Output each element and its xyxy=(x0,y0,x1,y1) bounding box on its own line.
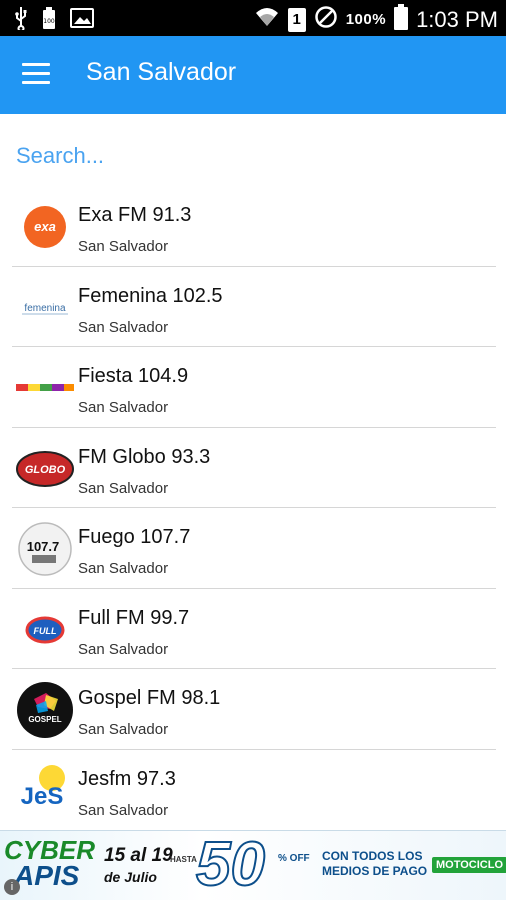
station-city: San Salvador xyxy=(78,801,169,819)
station-name: Gospel FM 98.1 xyxy=(78,687,221,709)
battery-percent: 100% xyxy=(345,11,387,28)
station-name: FM Globo 93.3 xyxy=(78,445,211,468)
list-item[interactable]: GOSPEL Gospel FM 98.1 San Salvador xyxy=(12,669,496,750)
list-item[interactable]: GLOBO FM Globo 93.3 San Salvador xyxy=(12,428,496,508)
jesfm-logo-icon: JeS xyxy=(21,764,65,810)
status-bar: 100 1 100% 1:03 PM xyxy=(0,0,506,36)
list-item[interactable]: Fiesta 104.9 San Salvador xyxy=(12,347,496,428)
list-item[interactable]: FULL Full FM 99.7 San Salvador xyxy=(12,589,496,669)
station-city: San Salvador xyxy=(78,479,169,497)
svg-text:GOSPEL: GOSPEL xyxy=(28,715,61,724)
station-city: San Salvador xyxy=(78,238,169,255)
svg-text:107.7: 107.7 xyxy=(27,539,60,554)
page-title: San Salvador xyxy=(86,58,237,86)
battery-small-icon: 100 xyxy=(42,6,56,35)
search-input[interactable] xyxy=(16,136,486,176)
station-city: San Salvador xyxy=(78,399,169,416)
station-name: Full FM 99.7 xyxy=(78,606,190,629)
full-fm-logo-icon: FULL xyxy=(25,616,65,643)
ad-payment-text: CON TODOS LOS MEDIOS DE PAGO xyxy=(322,849,428,878)
station-name: Fuego 107.7 xyxy=(78,526,191,548)
svg-text:GLOBO: GLOBO xyxy=(25,464,66,476)
station-name: Exa FM 91.3 xyxy=(78,204,192,226)
station-name: Femenina 102.5 xyxy=(78,284,223,307)
ad-dates: 15 al 19 xyxy=(104,845,173,866)
femenina-logo-icon: femenina xyxy=(22,303,68,314)
gospel-fm-logo-icon: GOSPEL xyxy=(17,682,73,738)
list-item[interactable]: JeS Jesfm 97.3 San Salvador xyxy=(12,750,496,831)
list-item[interactable]: 107.7 Fuego 107.7 San Salvador xyxy=(12,508,496,589)
svg-text:exa: exa xyxy=(34,219,56,234)
ad-off-label: % OFF xyxy=(278,853,310,864)
station-city: San Salvador xyxy=(78,318,169,336)
ad-hasta: HASTA xyxy=(170,855,197,864)
fuego-logo-icon: 107.7 xyxy=(18,522,72,576)
sim-icon: 1 xyxy=(287,7,306,32)
ad-discount: 50 xyxy=(195,830,266,899)
wifi-icon xyxy=(254,5,280,34)
station-city: San Salvador xyxy=(78,640,169,658)
fm-globo-logo-icon: GLOBO xyxy=(16,450,74,487)
station-city: San Salvador xyxy=(78,560,169,577)
svg-text:JeS: JeS xyxy=(21,783,64,810)
station-name: Jesfm 97.3 xyxy=(78,767,176,790)
no-disturb-icon xyxy=(314,5,338,34)
image-icon xyxy=(70,7,94,34)
ad-tag: MOTOCICLO xyxy=(432,857,506,873)
list-item[interactable]: exa Exa FM 91.3 San Salvador xyxy=(12,186,496,267)
ad-month: de Julio xyxy=(104,869,157,885)
status-left-icons: 100 xyxy=(14,6,94,35)
station-name: Fiesta 104.9 xyxy=(78,365,189,387)
app-bar: San Salvador xyxy=(0,36,506,114)
svg-text:100: 100 xyxy=(43,18,55,25)
fiesta-logo-icon xyxy=(16,384,74,391)
station-list: exa Exa FM 91.3 San Salvador femenina Fe… xyxy=(12,186,496,830)
ad-banner[interactable]: CYBER APIS 15 al 19 HASTA de Julio 50 % … xyxy=(0,830,506,900)
svg-text:femenina: femenina xyxy=(24,303,66,314)
hamburger-menu-icon[interactable] xyxy=(22,63,50,87)
clock: 1:03 PM xyxy=(416,6,498,32)
usb-icon xyxy=(14,6,28,35)
ad-brand-line2: APIS xyxy=(14,860,80,891)
exa-fm-logo-icon: exa xyxy=(24,206,66,248)
info-icon[interactable]: i xyxy=(4,879,20,895)
list-item[interactable]: femenina Femenina 102.5 San Salvador xyxy=(12,267,496,347)
svg-text:FULL: FULL xyxy=(34,626,57,636)
battery-icon xyxy=(394,4,409,35)
station-city: San Salvador xyxy=(78,721,169,738)
status-right-icons: 1 100% 1:03 PM xyxy=(254,4,498,35)
